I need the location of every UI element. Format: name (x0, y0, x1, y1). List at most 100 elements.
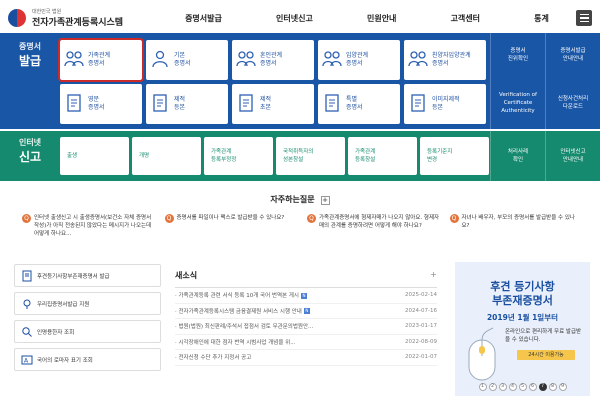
logo-title: 전자가족관계등록시스템 (32, 18, 124, 28)
news-row[interactable]: · 전자신청 수단 추가 지정서 공고 2022-01-07 (175, 350, 437, 366)
pager-dot[interactable]: 8 (548, 383, 557, 391)
news-row[interactable]: · 가족관계등록 관련 서식 등록 10개 국어 번역본 게시 N 2025-02-… (175, 288, 437, 304)
side-verify[interactable]: 증명서 진위확인 (490, 33, 545, 77)
quick-links: 후견등기사항부존재증명서 발급 우리집증명서발급 지원 인명용한자 조회 A 국… (14, 264, 161, 376)
news-header: 새소식 + (175, 270, 437, 288)
news-title: · 법원(법원) 최신판례/주석서 접점서 검토 무관문의법원안... (175, 324, 314, 331)
person-icon (150, 50, 170, 70)
news-date: 2025-02-14 (405, 292, 437, 299)
nav-cert-issue[interactable]: 증명서발급 (185, 13, 222, 24)
cert-issue-label: 증명서 발급 (18, 42, 42, 68)
new-badge-icon: N (303, 308, 310, 315)
news-title: · 전자신청 수단 추가 지정서 공고 (175, 355, 252, 362)
question-icon: Q (164, 214, 174, 223)
side-case-check[interactable]: 처리사례 확인 (490, 131, 545, 181)
report-tile[interactable]: 국적취득자의 성본창설 (276, 137, 345, 176)
cert-tile-label: 친양자입양관계 증명서 (432, 52, 471, 67)
pager-dot[interactable]: 4 (508, 383, 517, 391)
cert-tile-label: 기본 증명서 (174, 52, 191, 67)
nav-statistics[interactable]: 통계 (534, 13, 549, 24)
news-date: 2024-07-16 (405, 307, 437, 314)
faq-item[interactable]: Q 인터넷 출생신고 시 출생증명서(보건소 자체 증명서 작성)가 아직 전송된… (22, 214, 155, 238)
cert-tile[interactable]: 가족관계 증명서 (58, 38, 144, 82)
site-logo[interactable]: 대한민국 법원 전자가족관계등록시스템 (8, 8, 158, 28)
cert-side-links: 증명서 진위확인 증명서발급 안내안내 Verification of Cert… (490, 33, 600, 129)
report-tile[interactable]: 가족관계 등록부정정 (204, 137, 273, 176)
side-issue-guide[interactable]: 증명서발급 안내안내 (545, 33, 600, 77)
pager-dot[interactable]: 6 (528, 383, 537, 391)
side-verification-en[interactable]: Verification of Certificate Authenticity (490, 77, 545, 129)
adoption-icon (408, 50, 428, 70)
side-report-guide[interactable]: 인터넷신고 안내안내 (545, 131, 600, 181)
pager-dot[interactable]: 2 (488, 383, 497, 391)
cert-tile-label: 제적 초본 (260, 96, 272, 111)
pager-dot[interactable]: 9 (558, 383, 567, 391)
cert-tile[interactable]: 이미지제적 등본 (404, 84, 486, 124)
link-romanization[interactable]: A 국어의 로마자 표기 조회 (14, 348, 161, 371)
pager-dot[interactable]: 3 (498, 383, 507, 391)
report-tile-label: 출생 (67, 153, 78, 159)
news-more-button[interactable]: + (430, 270, 437, 281)
cert-tile[interactable]: 제적 등본 (146, 84, 228, 124)
adoption-icon (322, 50, 342, 70)
question-icon: Q (22, 214, 31, 223)
cert-tile-label: 제적 등본 (174, 96, 186, 111)
link-guardianship-cert[interactable]: 후견등기사항부존재증명서 발급 (14, 264, 161, 287)
question-icon: Q (449, 214, 459, 223)
report-tile[interactable]: 가족관계 등록창설 (348, 137, 417, 176)
pager-dot[interactable]: 7 (538, 383, 547, 391)
banner-pager: 123456789 (455, 383, 590, 391)
news-panel: 새소식 + · 가족관계등록 관련 서식 등록 10개 국어 번역본 게시 N 20… (175, 270, 437, 366)
cert-tile-grid: 가족관계 증명서 기본 증명서 혼인관계 증명서 입양관계 증명서 친양자입양관계 증명… (58, 38, 490, 124)
hamburger-menu-icon[interactable] (576, 10, 592, 26)
faq-item[interactable]: Q 자녀나 배우자, 부모의 증명서를 발급받을 수 있나요? (449, 214, 583, 238)
report-tile-label: 가족관계 등록창설 (355, 149, 376, 163)
banner-title: 후견 등기사항 부존재증명서 (490, 280, 555, 307)
nav-customer-center[interactable]: 고객센터 (451, 13, 480, 24)
pager-dot[interactable]: 1 (478, 383, 487, 391)
cert-tile[interactable]: 제적 초본 (232, 84, 314, 124)
promo-banner[interactable]: 후견 등기사항 부존재증명서 2019년 1월 1일부터 온라인으로 편리하게 무… (455, 262, 590, 396)
faq-item[interactable]: Q 가족관계증명서에 형제자매가 나오지 않아요. 형제자매의 관계를 증명하려면… (307, 214, 440, 238)
text-icon: A (21, 355, 33, 364)
cert-tile[interactable]: 특별 증명서 (318, 84, 400, 124)
link-home-cert[interactable]: 우리집증명서발급 지원 (14, 292, 161, 315)
document-icon (408, 94, 428, 114)
news-row[interactable]: · 전자가족관계등록시스템 금융결제원 서비스 시행 안내 N 2024-07-16 (175, 304, 437, 319)
new-badge-icon: N (300, 292, 307, 299)
cert-tile[interactable]: 친양자입양관계 증명서 (404, 40, 486, 80)
banner-date: 2019년 1월 1일부터 (486, 313, 559, 322)
document-icon (150, 94, 170, 114)
cert-tile-label: 영문 증명서 (88, 96, 105, 111)
link-name-hanja[interactable]: 인명용한자 조회 (14, 320, 161, 343)
pager-dot[interactable]: 5 (518, 383, 527, 391)
report-tile[interactable]: 출생 (60, 137, 129, 175)
svg-text:A: A (24, 357, 29, 364)
faq-item[interactable]: Q 증명서를 파일이나 팩스로 발급받을 수 있나요? (164, 214, 298, 238)
cert-tile[interactable]: 입양관계 증명서 (318, 40, 400, 80)
mouse-illustration-icon (468, 327, 496, 381)
cert-tile[interactable]: 영문 증명서 (60, 84, 142, 124)
report-tile[interactable]: 등록기준지 변경 (420, 137, 489, 176)
nav-internet-report[interactable]: 인터넷신고 (276, 13, 313, 24)
report-tile-label: 가족관계 등록부정정 (211, 149, 237, 163)
news-row[interactable]: · 시각장애인에 대한 점자 번역 시범사업 개념을 위... 2022-08-0… (175, 335, 437, 350)
search-icon (22, 326, 32, 337)
faq-list: Q 인터넷 출생신고 시 출생증명서(보건소 자체 증명서 작성)가 아직 전송된… (22, 214, 582, 238)
cert-tile-label: 혼인관계 증명서 (260, 52, 283, 67)
cert-tile[interactable]: 혼인관계 증명서 (232, 40, 314, 80)
cert-tile[interactable]: 기본 증명서 (146, 40, 228, 80)
internet-report-label: 인터넷 신고 (18, 138, 42, 164)
document-icon (64, 94, 84, 114)
news-row[interactable]: · 법원(법원) 최신판례/주석서 접점서 검토 무관문의법원안... 2023-… (175, 319, 437, 335)
side-download[interactable]: 신청사건처리 다운로드 (545, 77, 600, 129)
faq-more-icon[interactable]: + (320, 196, 330, 205)
main-nav: 증명서발급 인터넷신고 민원안내 고객센터 통계 (158, 13, 576, 24)
report-tile[interactable]: 개명 (132, 137, 201, 176)
site-header: 대한민국 법원 전자가족관계등록시스템 증명서발급 인터넷신고 민원안내 고객센… (0, 0, 600, 36)
nav-civil-guide[interactable]: 민원안내 (367, 13, 396, 24)
news-title: · 가족관계등록 관련 서식 등록 10개 국어 번역본 게시 N (175, 292, 307, 300)
cert-tile-label: 입양관계 증명서 (346, 52, 369, 67)
report-tile-label: 국적취득자의 성본창설 (283, 149, 314, 163)
cert-tile-label: 이미지제적 등본 (432, 96, 460, 111)
